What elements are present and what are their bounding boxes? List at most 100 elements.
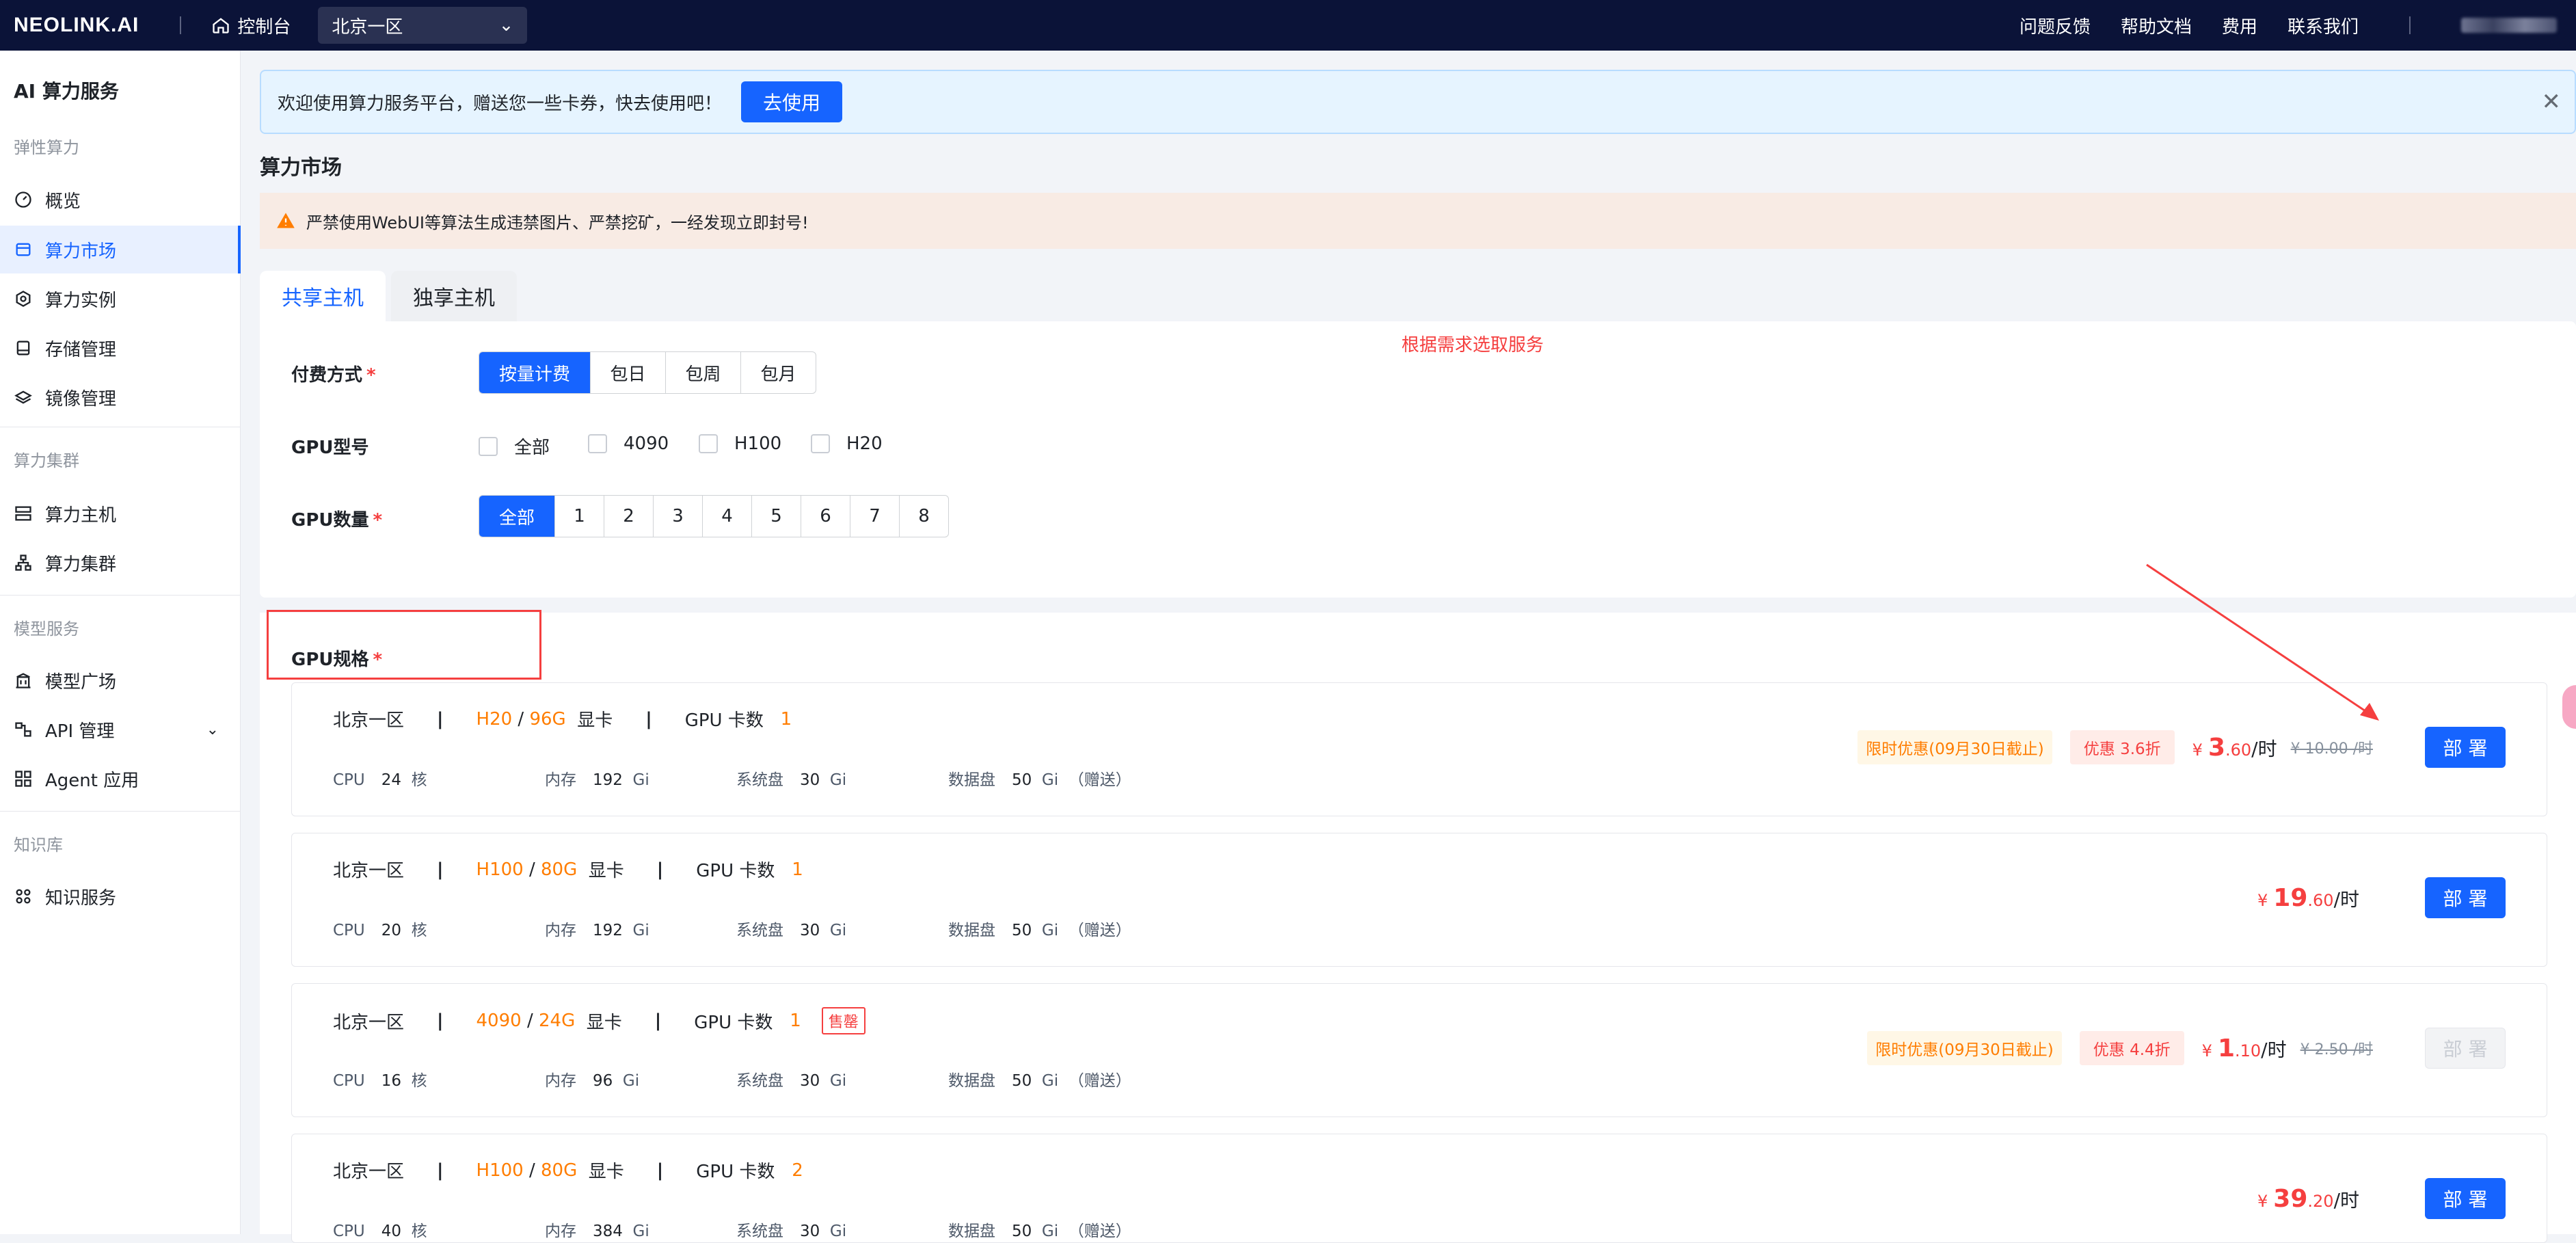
datadisk-label: 数据盘 <box>948 922 995 939</box>
billing-label-text: 付费方式 <box>291 365 363 386</box>
deploy-button[interactable]: 部 署 <box>2425 877 2506 918</box>
gpu-count-6[interactable]: 6 <box>801 496 850 537</box>
deploy-button-disabled[interactable]: 部 署 <box>2425 1028 2506 1069</box>
core-unit: 核 <box>411 771 427 789</box>
sidebar-item-market[interactable]: 算力市场 <box>0 226 241 273</box>
logo: NEOLINK.AI <box>14 14 139 36</box>
deploy-button[interactable]: 部 署 <box>2425 1178 2506 1219</box>
tab-dedicated-host[interactable]: 独享主机 <box>391 271 517 321</box>
card-region: 北京一区 <box>333 710 405 731</box>
sidebar-item-knowledge[interactable]: 知识服务 <box>0 872 241 920</box>
card-region: 北京一区 <box>333 1012 405 1033</box>
gi-unit: Gi <box>632 1222 649 1240</box>
separator: | <box>437 1160 444 1181</box>
price-dec: .10 <box>2235 1041 2262 1060</box>
home-icon <box>213 18 230 34</box>
price-int: 39 <box>2273 1184 2308 1213</box>
gpu-model-label: GPU型号 <box>291 438 369 458</box>
gpu-model-4090-label: 4090 <box>623 433 669 454</box>
gpu-card-label: 显卡 <box>588 861 624 881</box>
checkbox-icon[interactable] <box>699 434 718 453</box>
sidebar-item-instances[interactable]: 算力实例 <box>0 275 241 323</box>
region-select[interactable]: 北京一区 ⌄ <box>318 7 528 44</box>
sidebar-item-storage[interactable]: 存储管理 <box>0 324 241 372</box>
gpu-spec-card: 北京一区 | H100 / 80G 显卡 | GPU 卡数 1 CPU 20 核 内… <box>291 833 2547 967</box>
original-price: ¥ 2.50 /时 <box>2300 1041 2373 1058</box>
sidebar-item-overview[interactable]: 概览 <box>0 176 241 224</box>
gi-unit: Gi <box>829 1072 847 1090</box>
price: ¥39.20/时 <box>2257 1185 2359 1213</box>
gpu-model: 4090 <box>476 1011 522 1031</box>
gpu-model-h20[interactable]: H20 <box>811 433 883 454</box>
price-int: 19 <box>2273 883 2308 912</box>
per-hour: /时 <box>2333 1188 2359 1212</box>
gi-unit: Gi <box>1041 1072 1059 1090</box>
close-icon[interactable]: ✕ <box>2542 88 2562 116</box>
gpu-count-3[interactable]: 3 <box>653 496 702 537</box>
billing-option-monthly[interactable]: 包月 <box>740 352 816 393</box>
gpu-count-2[interactable]: 2 <box>604 496 653 537</box>
billing-option-payg[interactable]: 按量计费 <box>479 352 590 393</box>
sidebar-item-model-plaza[interactable]: 模型广场 <box>0 656 241 704</box>
gpu-model-4090[interactable]: 4090 <box>588 433 669 454</box>
sidebar-item-hosts[interactable]: 算力主机 <box>0 490 241 537</box>
sidebar: AI 算力服务 弹性算力 概览 算力市场 算力实例 存储管理 镜像管理 算力集群… <box>0 51 241 1234</box>
sidebar-item-agent[interactable]: Agent 应用 <box>0 755 241 803</box>
warning-alert: 严禁使用WebUI等算法生成违禁图片、严禁挖矿，一经发现立即封号! <box>260 193 2576 249</box>
sidebar-item-api[interactable]: API 管理 ⌄ <box>0 706 241 753</box>
gpu-count-7[interactable]: 7 <box>850 496 899 537</box>
nav-link-docs[interactable]: 帮助文档 <box>2121 13 2192 38</box>
price: ¥19.60/时 <box>2257 884 2359 912</box>
gpu-model: H100 <box>476 1160 524 1181</box>
user-menu[interactable] <box>2461 18 2557 33</box>
nav-link-feedback[interactable]: 问题反馈 <box>2020 13 2091 38</box>
sidebar-divider <box>0 811 241 812</box>
gpu-count-label: GPU数量 * <box>291 506 382 531</box>
required-mark: * <box>373 510 383 531</box>
use-coupon-button[interactable]: 去使用 <box>741 81 843 122</box>
cpu-value: 16 <box>381 1072 402 1090</box>
checkbox-icon[interactable] <box>588 434 607 453</box>
core-unit: 核 <box>411 1222 427 1240</box>
gpu-count-5[interactable]: 5 <box>751 496 801 537</box>
gpu-count-1[interactable]: 1 <box>554 496 604 537</box>
sidebar-item-clusters[interactable]: 算力集群 <box>0 539 241 587</box>
nav-link-billing[interactable]: 费用 <box>2222 13 2257 38</box>
sidebar-group-knowledge: 知识库 <box>14 836 63 855</box>
chevron-down-icon: ⌄ <box>498 15 514 36</box>
cpu-value: 24 <box>381 771 402 789</box>
gpu-model: H20 <box>476 708 513 730</box>
dashboard-icon <box>15 191 31 208</box>
billing-option-weekly[interactable]: 包周 <box>665 352 740 393</box>
deploy-button[interactable]: 部 署 <box>2425 727 2506 768</box>
datadisk-label: 数据盘 <box>948 771 995 789</box>
checkbox-icon[interactable] <box>811 434 830 453</box>
gpu-model-all-label: 全部 <box>514 438 550 458</box>
mem-label: 内存 <box>545 1222 576 1240</box>
gpu-count-all[interactable]: 全部 <box>479 496 554 537</box>
nav-link-contact[interactable]: 联系我们 <box>2287 13 2359 38</box>
checkbox-icon[interactable] <box>479 436 498 456</box>
gi-unit: Gi <box>829 1222 847 1240</box>
gpu-card-label: 显卡 <box>586 1012 622 1033</box>
gpu-model-all[interactable]: 全部 <box>479 433 550 459</box>
warning-icon <box>277 213 295 228</box>
layers-icon <box>14 390 32 404</box>
server-icon <box>15 506 31 521</box>
price-dec: .60 <box>2225 740 2252 760</box>
billing-option-daily[interactable]: 包日 <box>590 352 665 393</box>
mem-label: 内存 <box>545 771 576 789</box>
price-int: 1 <box>2217 1034 2235 1062</box>
sidebar-item-label: 算力实例 <box>45 290 117 311</box>
discount-tag: 优惠 3.6折 <box>2069 730 2175 764</box>
console-link[interactable]: 控制台 <box>211 13 291 38</box>
gpu-count-8[interactable]: 8 <box>899 496 948 537</box>
sidebar-item-images[interactable]: 镜像管理 <box>0 373 241 421</box>
gpu-count-4[interactable]: 4 <box>702 496 751 537</box>
datadisk-value: 50 <box>1012 771 1032 789</box>
gpu-model-h100[interactable]: H100 <box>699 433 781 454</box>
floating-assistant[interactable] <box>2562 685 2576 729</box>
cpu-label: CPU <box>333 771 365 789</box>
card-region: 北京一区 <box>333 1162 405 1182</box>
tab-shared-host[interactable]: 共享主机 <box>260 271 386 321</box>
